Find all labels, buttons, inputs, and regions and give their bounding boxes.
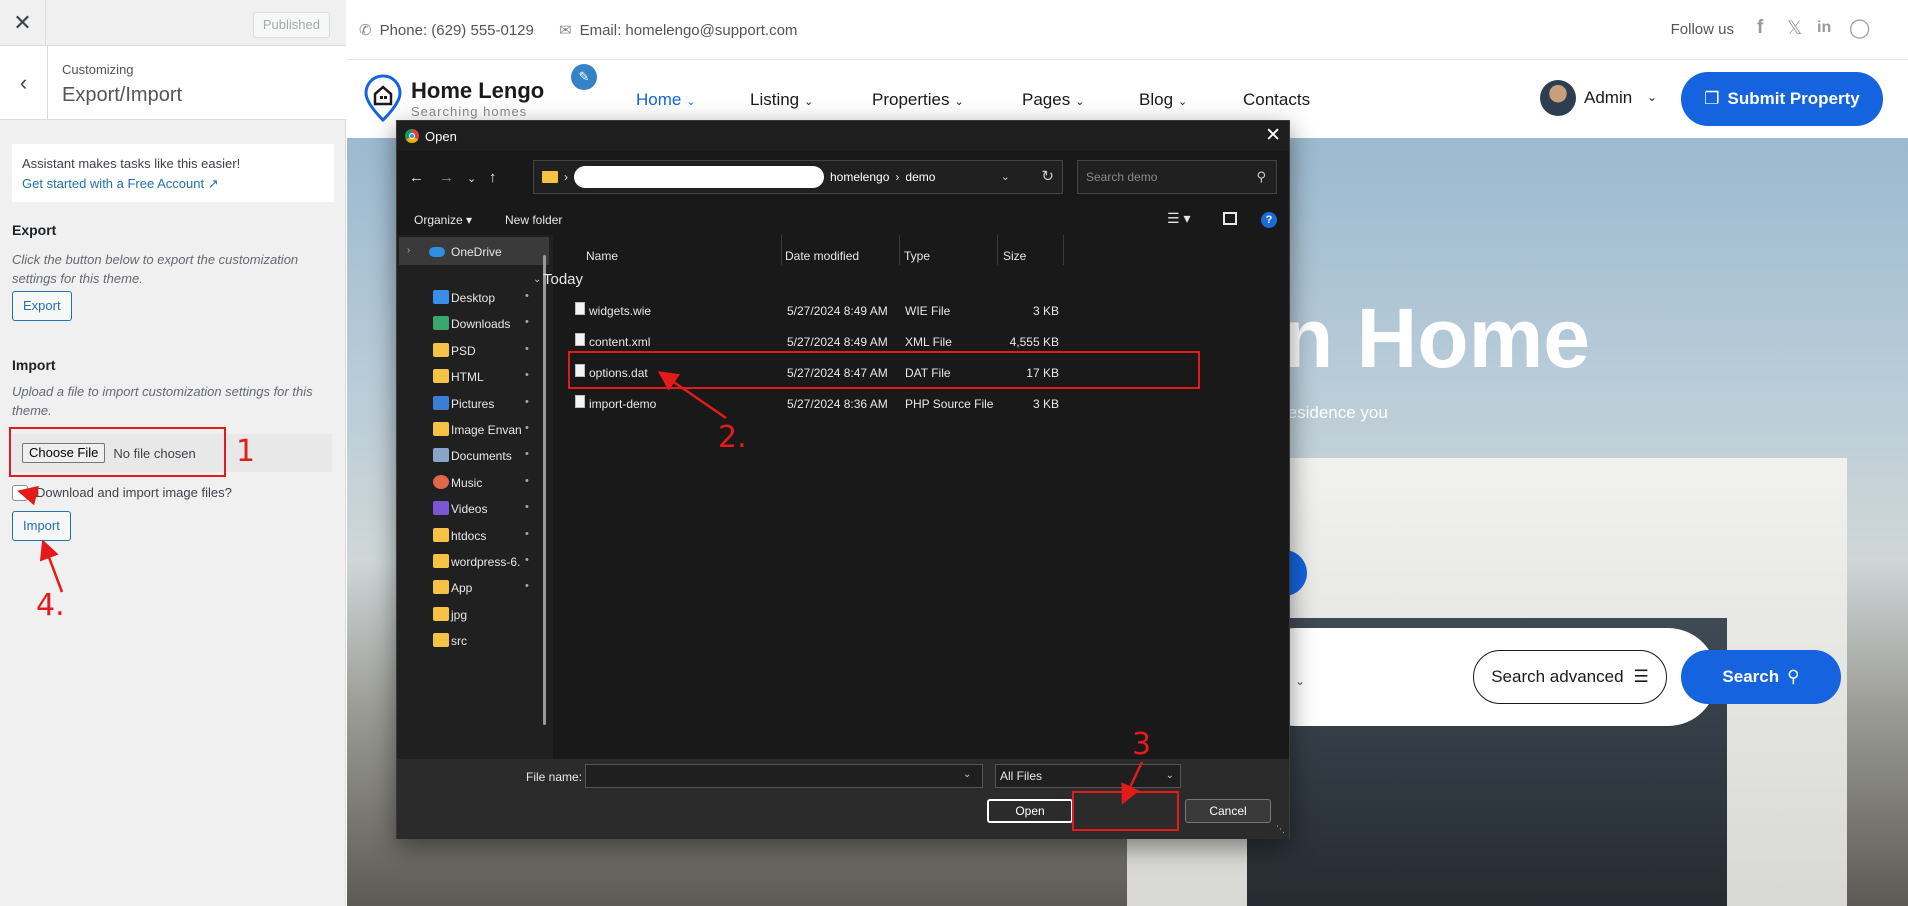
annotation-arrow-checkbox	[17, 485, 39, 506]
annotation-arrow-4	[39, 539, 64, 593]
annotation-arrow-3	[1121, 761, 1144, 805]
annotation-arrow-2	[657, 371, 727, 420]
annotation-arrows	[17, 371, 1144, 805]
